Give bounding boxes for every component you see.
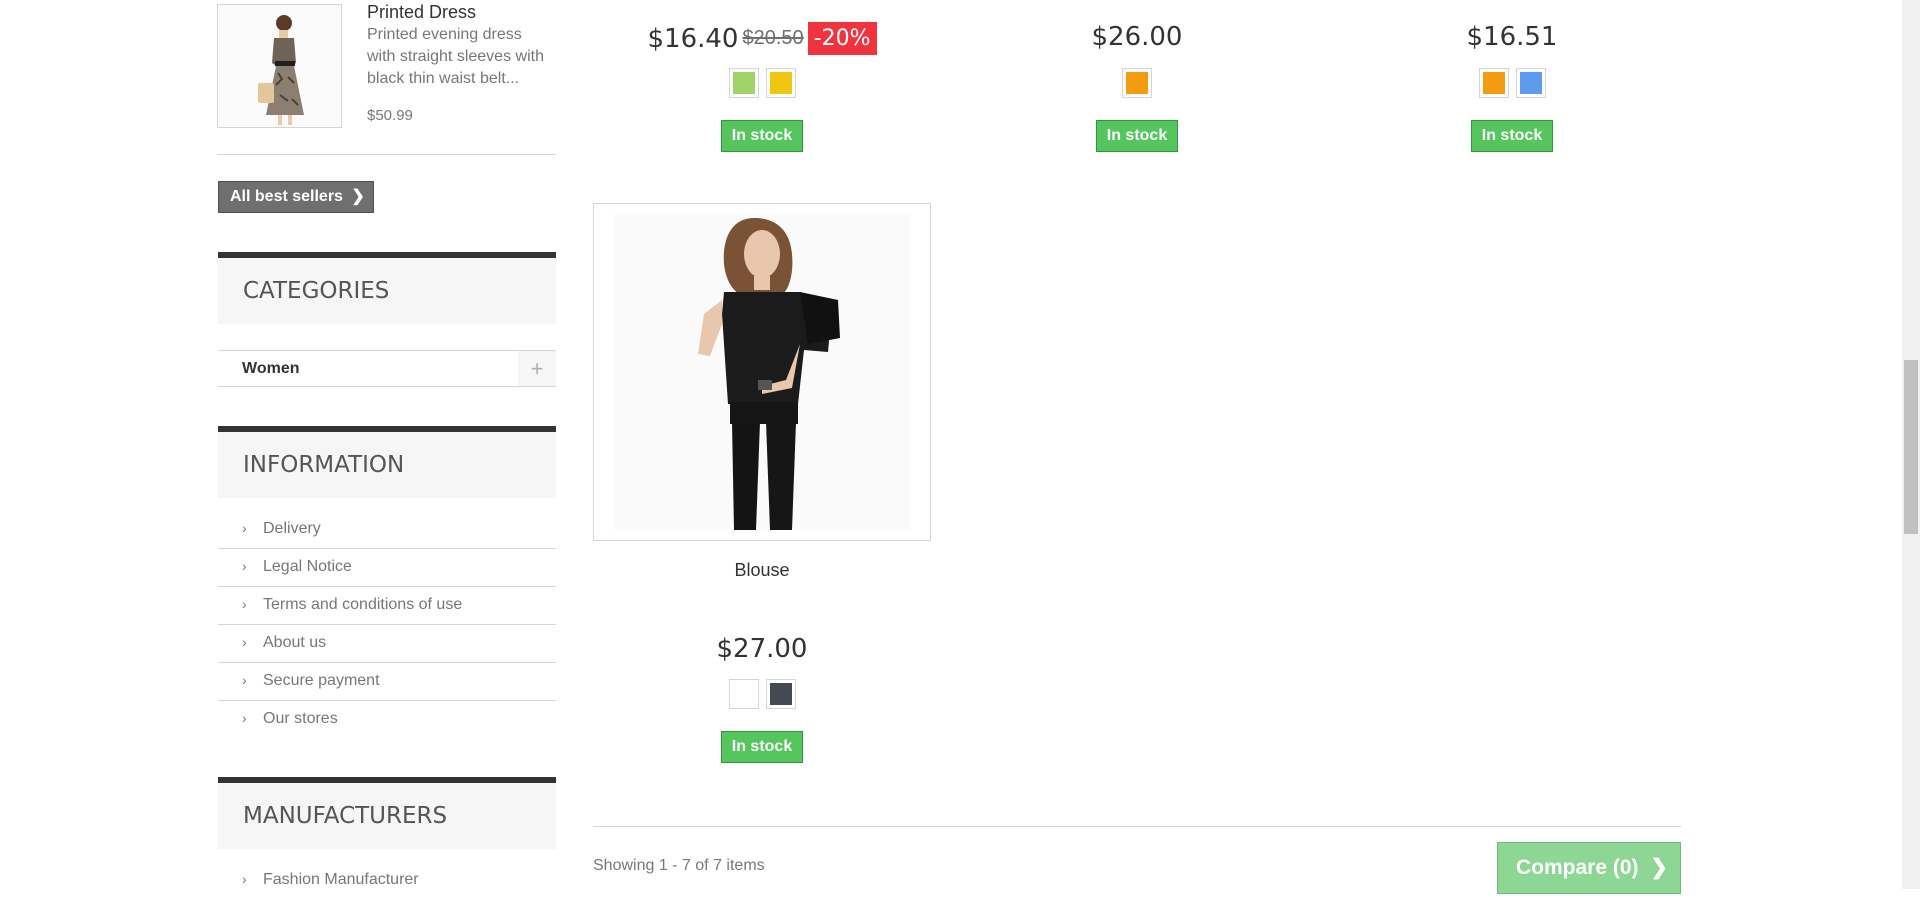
manufacturers-title[interactable]: MANUFACTURERS (218, 783, 556, 849)
compare-button[interactable]: Compare (0) ❯ (1497, 842, 1681, 894)
info-link-our-stores[interactable]: › Our stores (218, 701, 556, 739)
information-title[interactable]: INFORMATION (218, 432, 556, 498)
chevron-right-icon: › (242, 520, 247, 536)
in-stock-badge: In stock (720, 731, 804, 763)
info-link-secure-payment[interactable]: › Secure payment (218, 663, 556, 701)
product-price-row: $26.00 (968, 22, 1306, 52)
manufacturer-link[interactable]: › Fashion Manufacturer (218, 862, 556, 900)
blouse-image (594, 204, 930, 540)
chevron-right-icon: › (242, 634, 247, 650)
product-price: $16.51 (1466, 22, 1558, 52)
chevron-right-icon: › (242, 596, 247, 612)
showing-count: Showing 1 - 7 of 7 items (593, 857, 765, 874)
color-swatch[interactable] (1515, 68, 1546, 98)
compare-label: Compare (0) (1516, 856, 1639, 879)
color-swatches (593, 68, 931, 98)
divider (593, 826, 1681, 827)
product-price: $26.00 (1091, 22, 1183, 52)
info-link-label[interactable]: About us (263, 634, 326, 652)
product-price: $27.00 (716, 634, 808, 664)
info-link-label[interactable]: Our stores (263, 710, 338, 728)
info-link-about-us[interactable]: › About us (218, 625, 556, 663)
chevron-right-icon: ❯ (1650, 856, 1668, 879)
color-swatch[interactable] (765, 679, 796, 709)
product-price-row: $16.40 $20.50 -20% (593, 22, 931, 55)
info-link-delivery[interactable]: › Delivery (218, 511, 556, 549)
product-name[interactable]: Blouse (593, 560, 931, 581)
scrollbar-thumb[interactable] (1904, 360, 1918, 534)
printed-dress-image (218, 5, 341, 127)
color-swatch[interactable] (1478, 68, 1509, 98)
manufacturer-label[interactable]: Fashion Manufacturer (263, 871, 419, 889)
discount-badge: -20% (807, 22, 877, 55)
color-swatch[interactable] (728, 679, 759, 709)
color-swatch[interactable] (765, 68, 796, 98)
chevron-right-icon: › (242, 871, 247, 887)
best-seller-description: Printed evening dress with straight slee… (367, 26, 544, 87)
info-link-label[interactable]: Terms and conditions of use (263, 596, 462, 614)
product-old-price: $20.50 (742, 27, 804, 49)
categories-title[interactable]: CATEGORIES (218, 258, 556, 324)
info-link-label[interactable]: Secure payment (263, 672, 380, 690)
info-link-terms[interactable]: › Terms and conditions of use (218, 587, 556, 625)
availability-wrap: In stock (1343, 120, 1681, 152)
in-stock-badge: In stock (1470, 120, 1554, 152)
color-swatch[interactable] (1122, 68, 1152, 98)
availability-wrap: In stock (593, 731, 931, 763)
product-price-row: $27.00 (593, 634, 931, 664)
color-swatches (1343, 68, 1681, 98)
plus-icon[interactable]: + (518, 351, 556, 386)
chevron-right-icon: › (242, 672, 247, 688)
in-stock-badge: In stock (720, 120, 804, 152)
info-link-label[interactable]: Delivery (263, 520, 321, 538)
all-best-sellers-label: All best sellers (230, 188, 343, 205)
chevron-right-icon: › (242, 558, 247, 574)
chevron-right-icon: › (242, 710, 247, 726)
info-link-legal-notice[interactable]: › Legal Notice (218, 549, 556, 587)
category-label[interactable]: Women (242, 360, 299, 378)
info-link-label[interactable]: Legal Notice (263, 558, 352, 576)
product-price-row: $16.51 (1343, 22, 1681, 52)
all-best-sellers-button[interactable]: All best sellers ❯ (218, 181, 374, 213)
divider (217, 154, 556, 155)
color-swatch[interactable] (728, 68, 759, 98)
color-swatches (593, 679, 931, 709)
color-swatches (968, 68, 1306, 98)
in-stock-badge: In stock (1095, 120, 1179, 152)
availability-wrap: In stock (968, 120, 1306, 152)
best-seller-thumbnail[interactable] (217, 4, 342, 128)
category-item-women[interactable]: Women + (218, 350, 556, 387)
best-seller-price: $50.99 (367, 107, 413, 124)
product-thumbnail[interactable] (593, 203, 931, 541)
product-price: $16.40 (647, 23, 739, 54)
chevron-right-icon: ❯ (351, 188, 365, 205)
best-seller-name[interactable]: Printed Dress (367, 2, 476, 23)
availability-wrap: In stock (593, 120, 931, 152)
